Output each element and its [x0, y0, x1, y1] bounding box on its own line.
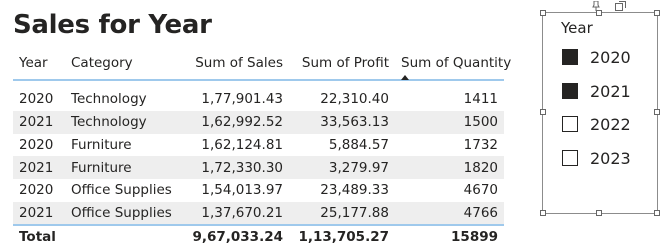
cell-profit: 25,177.88: [289, 201, 395, 226]
cell-year: 2020: [19, 137, 54, 154]
cell-category: Furniture: [65, 156, 182, 180]
cell-quantity: 1820: [395, 156, 504, 180]
cell-sales: 1,62,992.52: [182, 111, 289, 134]
cell-sales: 1,72,330.30: [182, 156, 289, 180]
column-header-sum-of-profit[interactable]: Sum of Profit: [289, 47, 395, 81]
cell-year: 2021: [13, 111, 65, 134]
cell-profit: 22,310.40: [320, 91, 389, 107]
slicer-item-2021[interactable]: 2021: [562, 80, 631, 102]
table-row: 2021 Office Supplies 1,37,670.21 25,177.…: [13, 201, 504, 226]
cell-year: 2020: [19, 182, 54, 199]
cell-category: Furniture: [71, 137, 132, 154]
cell-profit: 3,279.97: [289, 156, 395, 180]
table-row: 2021 Furniture 1,72,330.30 3,279.97 1820: [13, 156, 504, 180]
column-header-year[interactable]: Year: [13, 47, 65, 81]
cell-sales: 1,37,670.21: [182, 201, 289, 226]
cell-year: 2021: [13, 156, 65, 180]
total-quantity: 15899: [395, 224, 504, 248]
cell-category: Office Supplies: [71, 182, 172, 199]
cell-profit: 23,489.33: [320, 182, 389, 199]
slicer-item-label: 2023: [590, 148, 631, 168]
cell-sales: 1,62,124.81: [201, 137, 283, 154]
total-profit: 1,13,705.27: [289, 224, 395, 248]
checkbox-checked[interactable]: [562, 83, 578, 99]
sales-table: Year Category Sum of Sales Sum of Profit…: [13, 47, 511, 248]
cell-sales: 1,77,901.43: [201, 91, 283, 107]
cell-sales: 1,54,013.97: [201, 182, 283, 199]
column-header-sum-of-sales[interactable]: Sum of Sales: [182, 47, 289, 81]
table-row: 2020 Technology 1,77,901.43 22,310.40 14…: [13, 80, 504, 111]
column-header-label: Sum of Quantity: [401, 55, 512, 71]
cell-quantity: 4766: [395, 201, 504, 226]
resize-handle[interactable]: [654, 10, 660, 16]
cell-quantity: 1500: [395, 111, 504, 134]
checkbox-checked[interactable]: [562, 49, 578, 65]
cell-profit: 33,563.13: [289, 111, 395, 134]
resize-handle[interactable]: [540, 210, 546, 216]
cell-profit: 5,884.57: [328, 137, 389, 154]
table-header-row: Year Category Sum of Sales Sum of Profit…: [13, 47, 511, 81]
sort-ascending-icon[interactable]: [401, 75, 409, 80]
resize-handle[interactable]: [654, 210, 660, 216]
slicer-title: Year: [561, 19, 593, 37]
resize-handle[interactable]: [596, 10, 602, 16]
column-header-sum-of-quantity[interactable]: Sum of Quantity: [395, 47, 511, 81]
table-row: 2020 Furniture 1,62,124.81 5,884.57 1732: [13, 134, 504, 157]
cell-category: Office Supplies: [65, 201, 182, 226]
total-label: Total: [13, 224, 182, 248]
resize-handle[interactable]: [540, 109, 546, 115]
year-slicer[interactable]: Year 2020 2021 2022 2023: [540, 1, 660, 216]
table-total-row: Total 9,67,033.24 1,13,705.27 15899: [13, 224, 504, 248]
total-sales: 9,67,033.24: [182, 224, 289, 248]
column-header-category[interactable]: Category: [65, 47, 182, 81]
slicer-item-label: 2021: [590, 81, 631, 101]
cell-quantity: 1732: [463, 137, 498, 154]
slicer-item-2020[interactable]: 2020: [562, 46, 631, 68]
page-title: Sales for Year: [13, 10, 212, 40]
resize-handle[interactable]: [540, 10, 546, 16]
slicer-item-2022[interactable]: 2022: [562, 113, 631, 135]
cell-year: 2021: [13, 201, 65, 226]
cell-year: 2020: [19, 91, 54, 107]
focus-mode-icon[interactable]: [615, 1, 626, 11]
checkbox-unchecked[interactable]: [562, 150, 578, 166]
table-row: 2020 Office Supplies 1,54,013.97 23,489.…: [13, 179, 504, 202]
cell-category: Technology: [71, 91, 147, 107]
table-row: 2021 Technology 1,62,992.52 33,563.13 15…: [13, 111, 504, 134]
cell-quantity: 1411: [463, 91, 498, 107]
resize-handle[interactable]: [654, 109, 660, 115]
slicer-item-2023[interactable]: 2023: [562, 147, 631, 169]
checkbox-unchecked[interactable]: [562, 116, 578, 132]
resize-handle[interactable]: [596, 210, 602, 216]
cell-quantity: 4670: [463, 182, 498, 199]
slicer-item-label: 2022: [590, 114, 631, 134]
cell-category: Technology: [65, 111, 182, 134]
slicer-item-label: 2020: [590, 47, 631, 67]
